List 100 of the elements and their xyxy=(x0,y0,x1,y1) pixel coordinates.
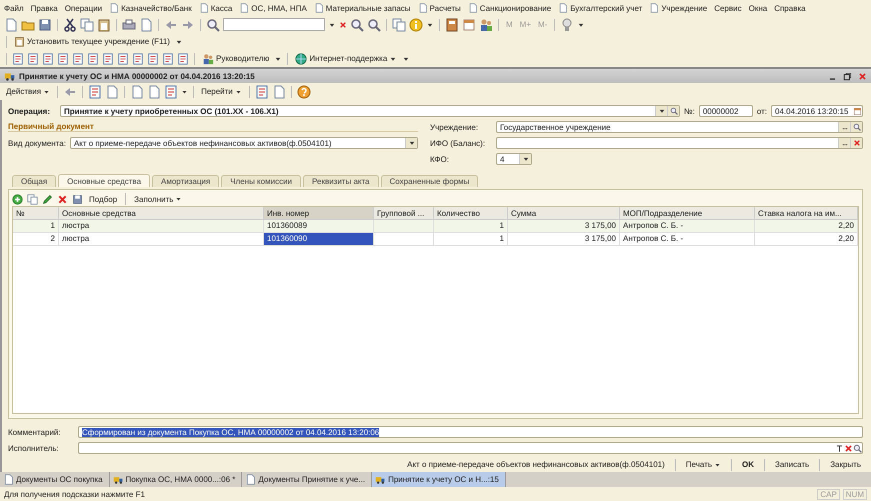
menu-item[interactable]: Касса xyxy=(198,3,232,13)
report-icon[interactable] xyxy=(162,52,174,64)
report-icon[interactable] xyxy=(88,84,102,98)
search-icon[interactable] xyxy=(206,18,220,32)
comment-field[interactable]: Сформирован из документа Покупка ОС, НМА 00000002 от 04.04.2016 13:20:06 xyxy=(78,426,863,438)
report-icon[interactable] xyxy=(72,52,84,64)
taskbar-item[interactable]: Принятие к учету ОС и Н...:15 xyxy=(372,472,506,487)
column-header[interactable]: Основные средства xyxy=(59,207,264,220)
report-icon[interactable] xyxy=(102,52,114,64)
menu-item[interactable]: Санкционирование xyxy=(468,3,552,13)
report-icon[interactable] xyxy=(254,84,269,98)
column-header[interactable]: МОП/Подразделение xyxy=(620,207,755,220)
dropdown-icon[interactable] xyxy=(658,107,666,115)
report-icon[interactable] xyxy=(117,52,129,64)
document-icon[interactable] xyxy=(3,474,14,485)
delete-icon[interactable] xyxy=(57,194,68,204)
taskbar-item[interactable]: Покупка ОС, НМА 0000...:06 * xyxy=(110,472,242,487)
menu-item-icon[interactable] xyxy=(418,3,428,13)
column-header[interactable]: Сумма xyxy=(508,207,620,220)
tab[interactable]: Основные средства xyxy=(58,174,150,187)
close-icon[interactable] xyxy=(858,72,867,80)
menu-item[interactable]: Материальные запасы xyxy=(314,3,411,13)
menu-item[interactable]: Справка xyxy=(774,4,806,12)
save-button[interactable]: Записать xyxy=(773,460,812,469)
fill-menu[interactable]: Заполнить xyxy=(132,192,184,206)
menu-item[interactable]: Казначейство/Банк xyxy=(109,3,192,13)
actions-menu[interactable]: Действия xyxy=(4,84,52,98)
tab[interactable]: Реквизиты акта xyxy=(303,175,379,187)
executor-field[interactable] xyxy=(78,442,863,454)
report-icon[interactable] xyxy=(164,84,178,98)
tab[interactable]: Общая xyxy=(12,175,56,187)
column-header[interactable]: № xyxy=(13,207,59,220)
report-icon[interactable] xyxy=(147,52,159,64)
add-icon[interactable] xyxy=(12,194,23,204)
report-icon[interactable] xyxy=(42,52,54,64)
column-header[interactable]: Ставка налога на им... xyxy=(755,207,858,220)
column-header[interactable]: Групповой ... xyxy=(374,207,434,220)
document-icon[interactable] xyxy=(4,18,18,32)
kfo-field[interactable]: 4 xyxy=(496,153,532,165)
tab[interactable]: Члены комиссии xyxy=(221,175,302,187)
support-menu[interactable]: Интернет-поддержка xyxy=(293,52,400,66)
report-icon[interactable] xyxy=(87,52,99,64)
tab[interactable]: Сохраненные формы xyxy=(380,175,478,187)
help-icon[interactable] xyxy=(296,84,311,98)
menu-item[interactable]: Правка xyxy=(30,4,58,12)
menu-item-icon[interactable] xyxy=(314,3,324,13)
printer-icon[interactable] xyxy=(122,18,136,32)
column-header[interactable]: Инв. номер xyxy=(264,207,374,220)
menu-item-icon[interactable] xyxy=(558,3,568,13)
column-header[interactable]: Количество xyxy=(434,207,508,220)
pick-button[interactable]: Подбор xyxy=(87,194,120,204)
truck-icon[interactable] xyxy=(112,474,124,485)
set-institution-button[interactable]: Установить текущее учреждение (F11) xyxy=(12,36,172,47)
report-icon[interactable] xyxy=(57,52,69,64)
goto-menu[interactable]: Перейти xyxy=(199,84,244,98)
truck-icon[interactable] xyxy=(375,474,386,485)
search-icon[interactable] xyxy=(853,444,862,452)
search-icon[interactable] xyxy=(852,123,860,131)
ifo-field[interactable] xyxy=(496,137,863,149)
search-icon[interactable] xyxy=(670,107,678,115)
close-button[interactable]: Закрыть xyxy=(828,460,863,469)
globe-icon[interactable] xyxy=(295,52,308,64)
report-icon[interactable] xyxy=(177,52,189,64)
date-field[interactable]: 04.04.2016 13:20:15 xyxy=(771,105,863,117)
institution-field[interactable]: Государственное учреждение xyxy=(496,121,863,133)
menu-item[interactable]: Учреждение xyxy=(649,3,708,13)
menu-item[interactable]: Сервис xyxy=(714,4,742,12)
menu-item-icon[interactable] xyxy=(109,3,120,13)
menu-item-icon[interactable] xyxy=(468,3,478,13)
manager-button[interactable]: Руководителю xyxy=(200,52,272,64)
menu-item[interactable]: Бухгалтерский учет xyxy=(558,3,642,13)
menu-item[interactable]: Расчеты xyxy=(418,3,461,13)
text-icon[interactable] xyxy=(835,444,844,452)
menu-item[interactable]: Операции xyxy=(64,4,102,12)
tab[interactable]: Амортизация xyxy=(152,175,220,187)
ok-button[interactable]: OK xyxy=(740,460,756,469)
clipboard-icon[interactable] xyxy=(97,18,111,32)
clear-icon[interactable] xyxy=(852,139,860,147)
cut-icon[interactable] xyxy=(63,18,77,32)
number-field[interactable]: 00000002 xyxy=(698,105,753,117)
search-field[interactable] xyxy=(223,18,325,31)
report-icon[interactable] xyxy=(132,52,144,64)
restore-icon[interactable] xyxy=(843,72,852,80)
menu-item[interactable]: Файл xyxy=(4,4,24,12)
operation-field[interactable]: Принятие к учету приобретенных ОС (101.XX - 106.X1) xyxy=(60,105,680,117)
print-menu[interactable]: Печать xyxy=(684,458,723,472)
copy-icon[interactable] xyxy=(27,194,38,204)
menu-item[interactable]: Окна xyxy=(748,4,768,12)
print-form-button[interactable]: Акт о приеме-передаче объектов нефинансовых активов(ф.0504101) xyxy=(405,460,667,469)
document-icon[interactable] xyxy=(245,474,256,485)
report-icon[interactable] xyxy=(27,52,39,64)
menu-item-icon[interactable] xyxy=(239,3,250,13)
clear-icon[interactable] xyxy=(844,444,853,452)
clipboard-icon[interactable] xyxy=(14,36,25,47)
people-icon[interactable] xyxy=(479,18,493,32)
report-icon[interactable] xyxy=(12,52,24,64)
menu-item[interactable]: ОС, НМА, НПА xyxy=(239,3,307,13)
menu-item-icon[interactable] xyxy=(198,3,209,13)
menu-item-icon[interactable] xyxy=(649,3,660,13)
calendar-icon[interactable] xyxy=(853,106,862,116)
